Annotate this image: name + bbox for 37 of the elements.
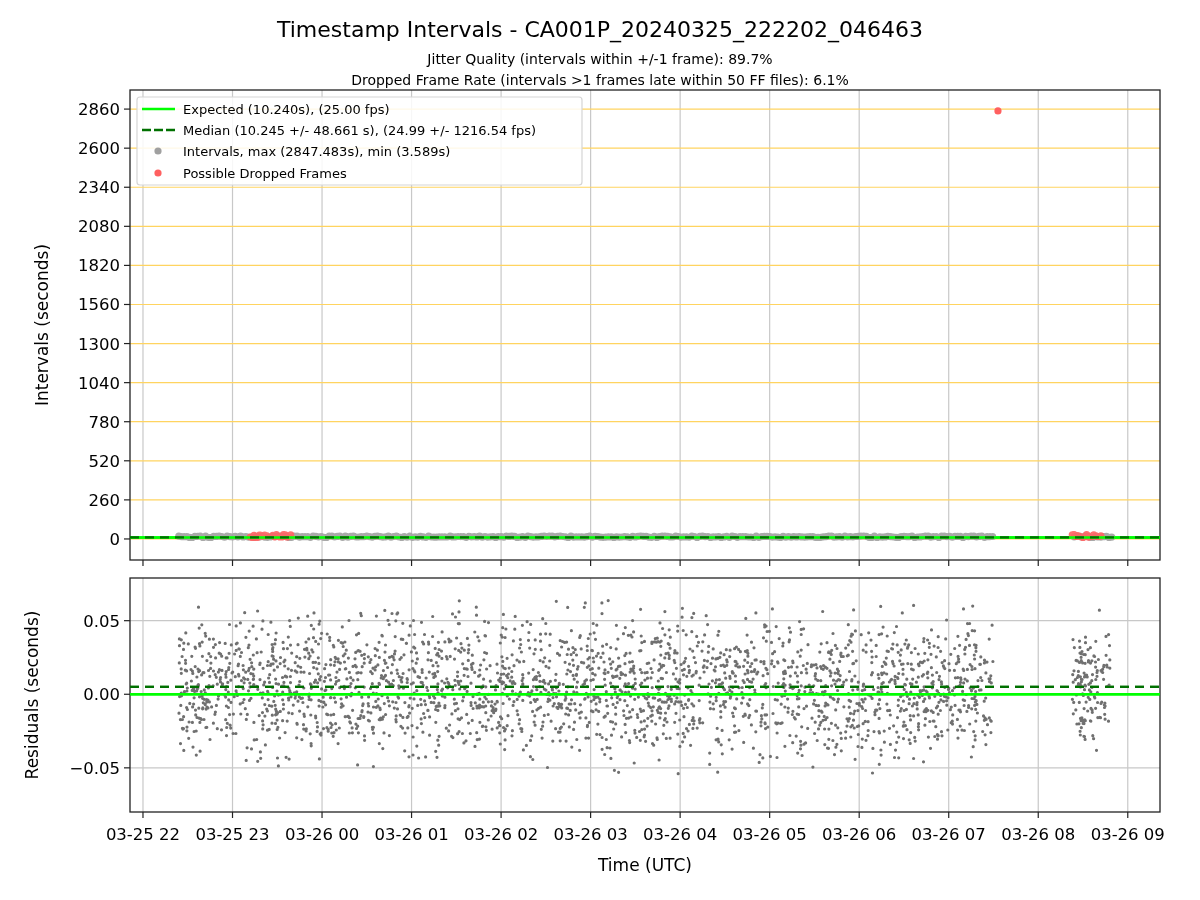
x-tick-label: 03-26 02 bbox=[464, 825, 539, 844]
figure-subtitle: Jitter Quality (intervals within +/-1 frame): 89.7% bbox=[427, 51, 773, 67]
y-tick-label: 2340 bbox=[78, 178, 120, 198]
y-tick-label: −0.05 bbox=[69, 758, 120, 778]
x-tick-label: 03-25 23 bbox=[195, 825, 270, 844]
x-tick-label: 03-26 00 bbox=[284, 825, 360, 844]
y-tick-label: 2600 bbox=[78, 139, 120, 159]
x-tick-label: 03-26 09 bbox=[1090, 825, 1165, 844]
x-tick-label: 03-25 22 bbox=[105, 825, 181, 844]
legend-label: Intervals, max (2847.483s), min (3.589s) bbox=[183, 143, 451, 159]
x-tick-label: 03-26 08 bbox=[1001, 825, 1076, 844]
y-tick-label: 2080 bbox=[78, 217, 120, 237]
y-tick-label: 520 bbox=[88, 451, 120, 471]
y-tick-label: 1560 bbox=[78, 295, 120, 315]
y-tick-label: 0.05 bbox=[83, 611, 120, 631]
legend-label: Possible Dropped Frames bbox=[183, 165, 347, 181]
y-tick-label: 1040 bbox=[78, 373, 120, 393]
y-tick-label: 1820 bbox=[78, 256, 120, 276]
y-tick-label: 2860 bbox=[78, 100, 120, 120]
y-tick-label: 0.00 bbox=[83, 685, 120, 705]
figure-title: Timestamp Intervals - CA001P_20240325_222202_046463 bbox=[277, 17, 923, 42]
x-tick-label: 03-26 05 bbox=[732, 825, 807, 844]
y-tick-label: 1300 bbox=[78, 334, 120, 354]
x-tick-label: 03-26 06 bbox=[822, 825, 897, 844]
x-tick-label: 03-26 04 bbox=[643, 825, 718, 844]
legend-label: Expected (10.240s), (25.00 fps) bbox=[183, 101, 390, 117]
legend-label: Median (10.245 +/- 48.661 s), (24.99 +/- 1216.54 fps) bbox=[183, 122, 536, 138]
x-axis-label: Time (UTC) bbox=[598, 855, 692, 875]
y-tick-label: 0 bbox=[109, 529, 120, 549]
x-tick-label: 03-26 07 bbox=[911, 825, 986, 844]
y-axis-label: Residuals (seconds) bbox=[22, 610, 42, 780]
y-tick-label: 260 bbox=[88, 490, 120, 510]
x-tick-label: 03-26 01 bbox=[374, 825, 449, 844]
y-tick-label: 780 bbox=[88, 412, 120, 432]
figure-subtitle: Dropped Frame Rate (intervals >1 frames late within 50 FF files): 6.1% bbox=[351, 72, 849, 88]
y-axis-label: Intervals (seconds) bbox=[32, 243, 52, 407]
x-tick-label: 03-26 03 bbox=[553, 825, 628, 844]
